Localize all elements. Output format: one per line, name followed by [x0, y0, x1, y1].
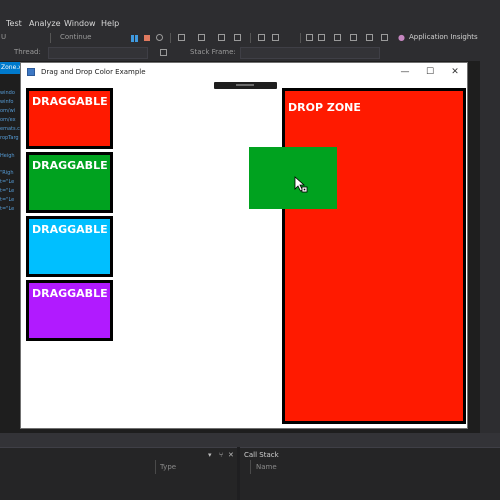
close-button[interactable]: ✕ — [443, 65, 467, 79]
code-line: ropTarg — [0, 135, 19, 141]
drag-cursor-icon — [294, 176, 308, 193]
minimize-button[interactable]: — — [393, 65, 417, 79]
stack-frame-combo[interactable] — [240, 47, 380, 59]
draggable-green[interactable]: DRAGGABLE — [26, 152, 113, 213]
code-line: winfo — [0, 99, 14, 105]
ide-menu-bar: Test Analyze Window Help — [0, 0, 500, 30]
config-combo[interactable]: U — [1, 33, 6, 41]
menu-test[interactable]: Test — [6, 19, 22, 28]
screen: Test Analyze Window Help U Continue ● Ap… — [0, 0, 500, 500]
app-window: Drag and Drop Color Example — ☐ ✕ DRAGGA… — [20, 62, 468, 429]
restart-icon[interactable] — [156, 34, 163, 41]
debug-toolbar-handle — [236, 84, 254, 86]
clear-bookmarks-icon[interactable] — [381, 34, 388, 41]
code-line: om/wi — [0, 108, 16, 114]
pause-icon[interactable] — [131, 35, 134, 42]
debug-location-bar: Thread: Stack Frame: — [0, 46, 500, 61]
app-title-bar[interactable]: Drag and Drop Color Example — ☐ ✕ — [21, 63, 467, 83]
editor-tab-label: Zone.x — [1, 64, 22, 71]
menu-help[interactable]: Help — [101, 19, 119, 28]
toolbar-separator — [170, 33, 171, 43]
toolbar-separator — [250, 33, 251, 43]
code-line: om/ex — [0, 117, 16, 123]
debug-toolbar-strip[interactable] — [214, 82, 277, 89]
drop-zone-label: DROP ZONE — [288, 101, 361, 114]
thread-label: Thread: — [14, 48, 41, 56]
pin-icon[interactable]: ⑂ — [219, 451, 223, 459]
type-column-header[interactable]: Type — [160, 463, 176, 471]
solution-explorer-side-strip[interactable] — [480, 61, 500, 433]
pane-dropdown-icon[interactable]: ▾ — [208, 451, 212, 459]
draggable-blue[interactable]: DRAGGABLE — [26, 216, 113, 277]
pane-header-line — [0, 447, 500, 448]
draggable-red[interactable]: DRAGGABLE — [26, 88, 113, 149]
show-next-statement-icon[interactable] — [178, 34, 185, 41]
code-line: t="Le — [0, 188, 15, 194]
toolbar-separator — [50, 33, 51, 43]
draggable-purple[interactable]: DRAGGABLE — [26, 280, 113, 341]
maximize-button[interactable]: ☐ — [418, 65, 442, 79]
call-stack-title[interactable]: Call Stack — [244, 451, 279, 459]
drag-ghost-preview — [249, 147, 337, 209]
app-icon — [27, 68, 35, 76]
continue-button[interactable]: Continue — [60, 33, 91, 41]
step-over-icon[interactable] — [218, 34, 225, 41]
draggable-label: DRAGGABLE — [32, 95, 108, 108]
name-column-header[interactable]: Name — [256, 463, 277, 471]
bookmark-icon[interactable] — [334, 34, 341, 41]
threads-icon[interactable] — [272, 34, 279, 41]
outline-icon[interactable] — [306, 34, 313, 41]
draggable-label: DRAGGABLE — [32, 159, 108, 172]
application-insights-button[interactable]: Application Insights — [409, 33, 478, 41]
bottom-panel-header — [0, 433, 500, 447]
draggable-label: DRAGGABLE — [32, 223, 108, 236]
prev-bookmark-icon[interactable] — [350, 34, 357, 41]
filter-icon[interactable] — [160, 49, 167, 56]
code-line: t="Le — [0, 206, 15, 212]
column-separator — [155, 460, 156, 474]
step-out-icon[interactable] — [234, 34, 241, 41]
step-into-icon[interactable] — [198, 34, 205, 41]
pause-icon-bar — [135, 35, 138, 42]
ide-toolbar: U Continue ● Application Insights — [0, 30, 500, 46]
format-icon[interactable] — [318, 34, 325, 41]
code-line: windo — [0, 90, 15, 96]
window-title: Drag and Drop Color Example — [41, 68, 146, 76]
draggable-label: DRAGGABLE — [32, 287, 108, 300]
pane-splitter[interactable] — [237, 447, 240, 500]
menu-window[interactable]: Window — [64, 19, 96, 28]
code-line: emats.c — [0, 126, 20, 132]
stop-icon[interactable] — [144, 35, 150, 41]
code-line: Heigh — [0, 153, 15, 159]
drop-zone[interactable]: DROP ZONE — [282, 88, 466, 424]
code-line: t="Le — [0, 197, 15, 203]
column-separator — [250, 460, 251, 474]
code-line: t="Le — [0, 179, 15, 185]
close-icon[interactable]: ✕ — [228, 451, 234, 459]
menu-analyze[interactable]: Analyze — [29, 19, 61, 28]
lightbulb-icon: ● — [398, 33, 405, 42]
next-bookmark-icon[interactable] — [366, 34, 373, 41]
code-line: "Righ — [0, 170, 14, 176]
toolbar-separator — [300, 33, 301, 43]
thread-combo[interactable] — [48, 47, 148, 59]
stack-frame-label: Stack Frame: — [190, 48, 236, 56]
hex-icon[interactable] — [258, 34, 265, 41]
